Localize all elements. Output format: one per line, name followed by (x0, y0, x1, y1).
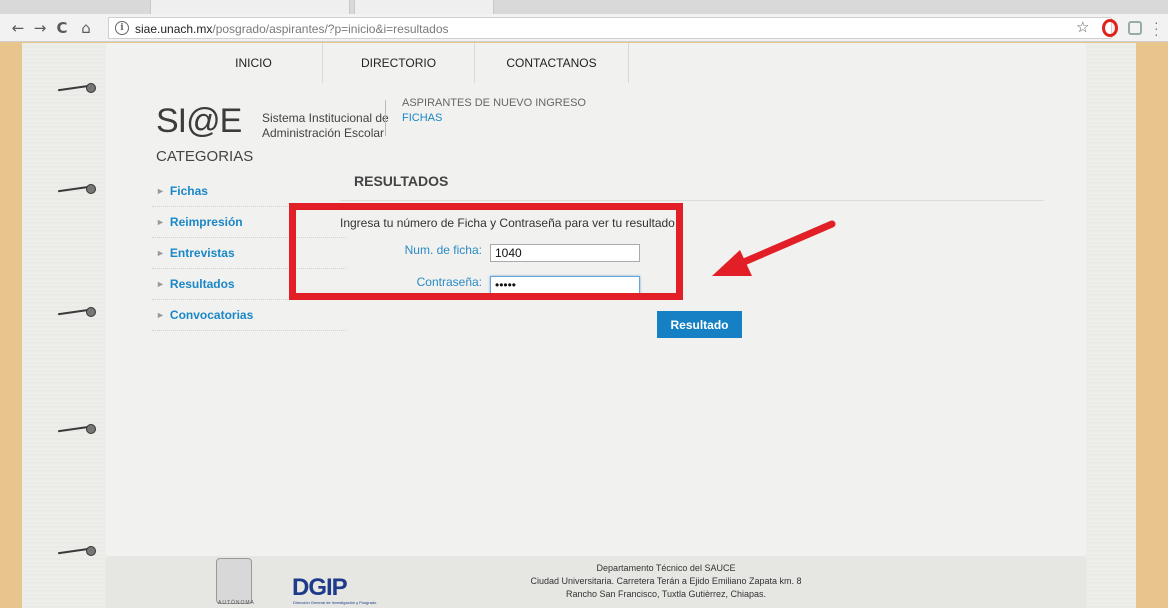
home-icon[interactable]: ⌂ (76, 18, 96, 38)
logo-line1: Sistema Institucional de (262, 111, 389, 125)
dgip-logo: DGIP (292, 574, 348, 601)
sidebar-item-convocatorias[interactable]: ► Convocatorias (152, 300, 346, 331)
menu-item-contactanos[interactable]: CONTACTANOS (475, 43, 629, 83)
url-host: siae.unach.mx (135, 22, 213, 36)
chevron-right-icon: ► (156, 186, 165, 196)
section-title: ASPIRANTES DE NUEVO INGRESO (402, 97, 586, 109)
logo-line2: Administración Escolar (262, 126, 385, 140)
footer: AUTÓNOMA DGIP Dirección General de Inves… (106, 556, 1086, 608)
sidebar-item-label: Reimpresión (169, 215, 243, 229)
menu-item-directorio[interactable]: DIRECTORIO (323, 43, 475, 83)
annotation-highlight-box (289, 203, 683, 300)
footer-line3: Rancho San Francisco, Tuxtla Gutièrrez, … (565, 589, 767, 599)
address-bar[interactable]: i siae.unach.mx/posgrado/aspirantes/?p=i… (108, 17, 1112, 39)
url-path: /posgrado/aspirantes/?p=inicio&i=resulta… (212, 22, 449, 36)
info-icon[interactable]: i (115, 21, 129, 35)
sidebar-item-label: Entrevistas (169, 246, 235, 260)
binder-ring-icon (58, 80, 98, 94)
menu-item-inicio[interactable]: INICIO (185, 43, 323, 83)
browser-toolbar: ← → C ⌂ i siae.unach.mx/posgrado/aspiran… (0, 14, 1168, 42)
university-emblem-icon (216, 558, 252, 604)
binder-ring-icon (58, 304, 98, 318)
forward-icon[interactable]: → (30, 18, 50, 38)
dgip-logo-sub: Dirección General de Investigación y Pos… (293, 600, 377, 605)
sidebar-item-label: Convocatorias (169, 308, 254, 322)
emblem-caption: AUTÓNOMA (218, 600, 255, 606)
breadcrumb-fichas[interactable]: FICHAS (402, 112, 442, 124)
back-icon[interactable]: ← (8, 18, 28, 38)
chevron-right-icon: ► (156, 217, 165, 227)
extension-icon[interactable] (1128, 21, 1142, 35)
siae-logo[interactable]: SI@E (156, 102, 243, 141)
categories-title: CATEGORIAS (156, 148, 254, 165)
binder-ring-icon (58, 543, 98, 557)
sidebar-item-label: Fichas (169, 184, 208, 198)
binder-ring-icon (58, 421, 98, 435)
logo-suffix: E (219, 102, 243, 140)
footer-line1: Departamento Técnico del SAUCE (596, 563, 736, 573)
tab-strip (0, 0, 1168, 14)
footer-line2: Ciudad Universitaria. Carretera Terán a … (530, 576, 802, 586)
sidebar-item-label: Resultados (169, 277, 235, 291)
binder-ring-icon (58, 181, 98, 195)
results-title: RESULTADOS (354, 173, 449, 189)
results-divider (340, 200, 1044, 201)
logo-at: @ (186, 102, 221, 140)
menu-dots-icon[interactable]: · · · (1154, 15, 1159, 41)
resultado-button[interactable]: Resultado (657, 311, 742, 338)
chevron-right-icon: ► (156, 248, 165, 258)
browser-tab[interactable] (150, 0, 350, 14)
chevron-right-icon: ► (156, 279, 165, 289)
bookmark-star-icon[interactable]: ☆ (1076, 18, 1089, 36)
logo-prefix: SI (156, 102, 187, 140)
chevron-right-icon: ► (156, 310, 165, 320)
address-url[interactable]: siae.unach.mx/posgrado/aspirantes/?p=ini… (135, 22, 449, 36)
footer-address: Departamento Técnico del SAUCE Ciudad Un… (486, 562, 846, 601)
opera-icon[interactable] (1102, 19, 1118, 37)
annotation-arrow-icon (712, 220, 836, 276)
browser-tab[interactable] (354, 0, 494, 14)
logo-divider (385, 100, 386, 136)
logo-text: Sistema Institucional de Administración … (262, 111, 389, 141)
reload-icon[interactable]: C (52, 18, 72, 38)
top-menu: INICIO DIRECTORIO CONTACTANOS (185, 43, 629, 83)
